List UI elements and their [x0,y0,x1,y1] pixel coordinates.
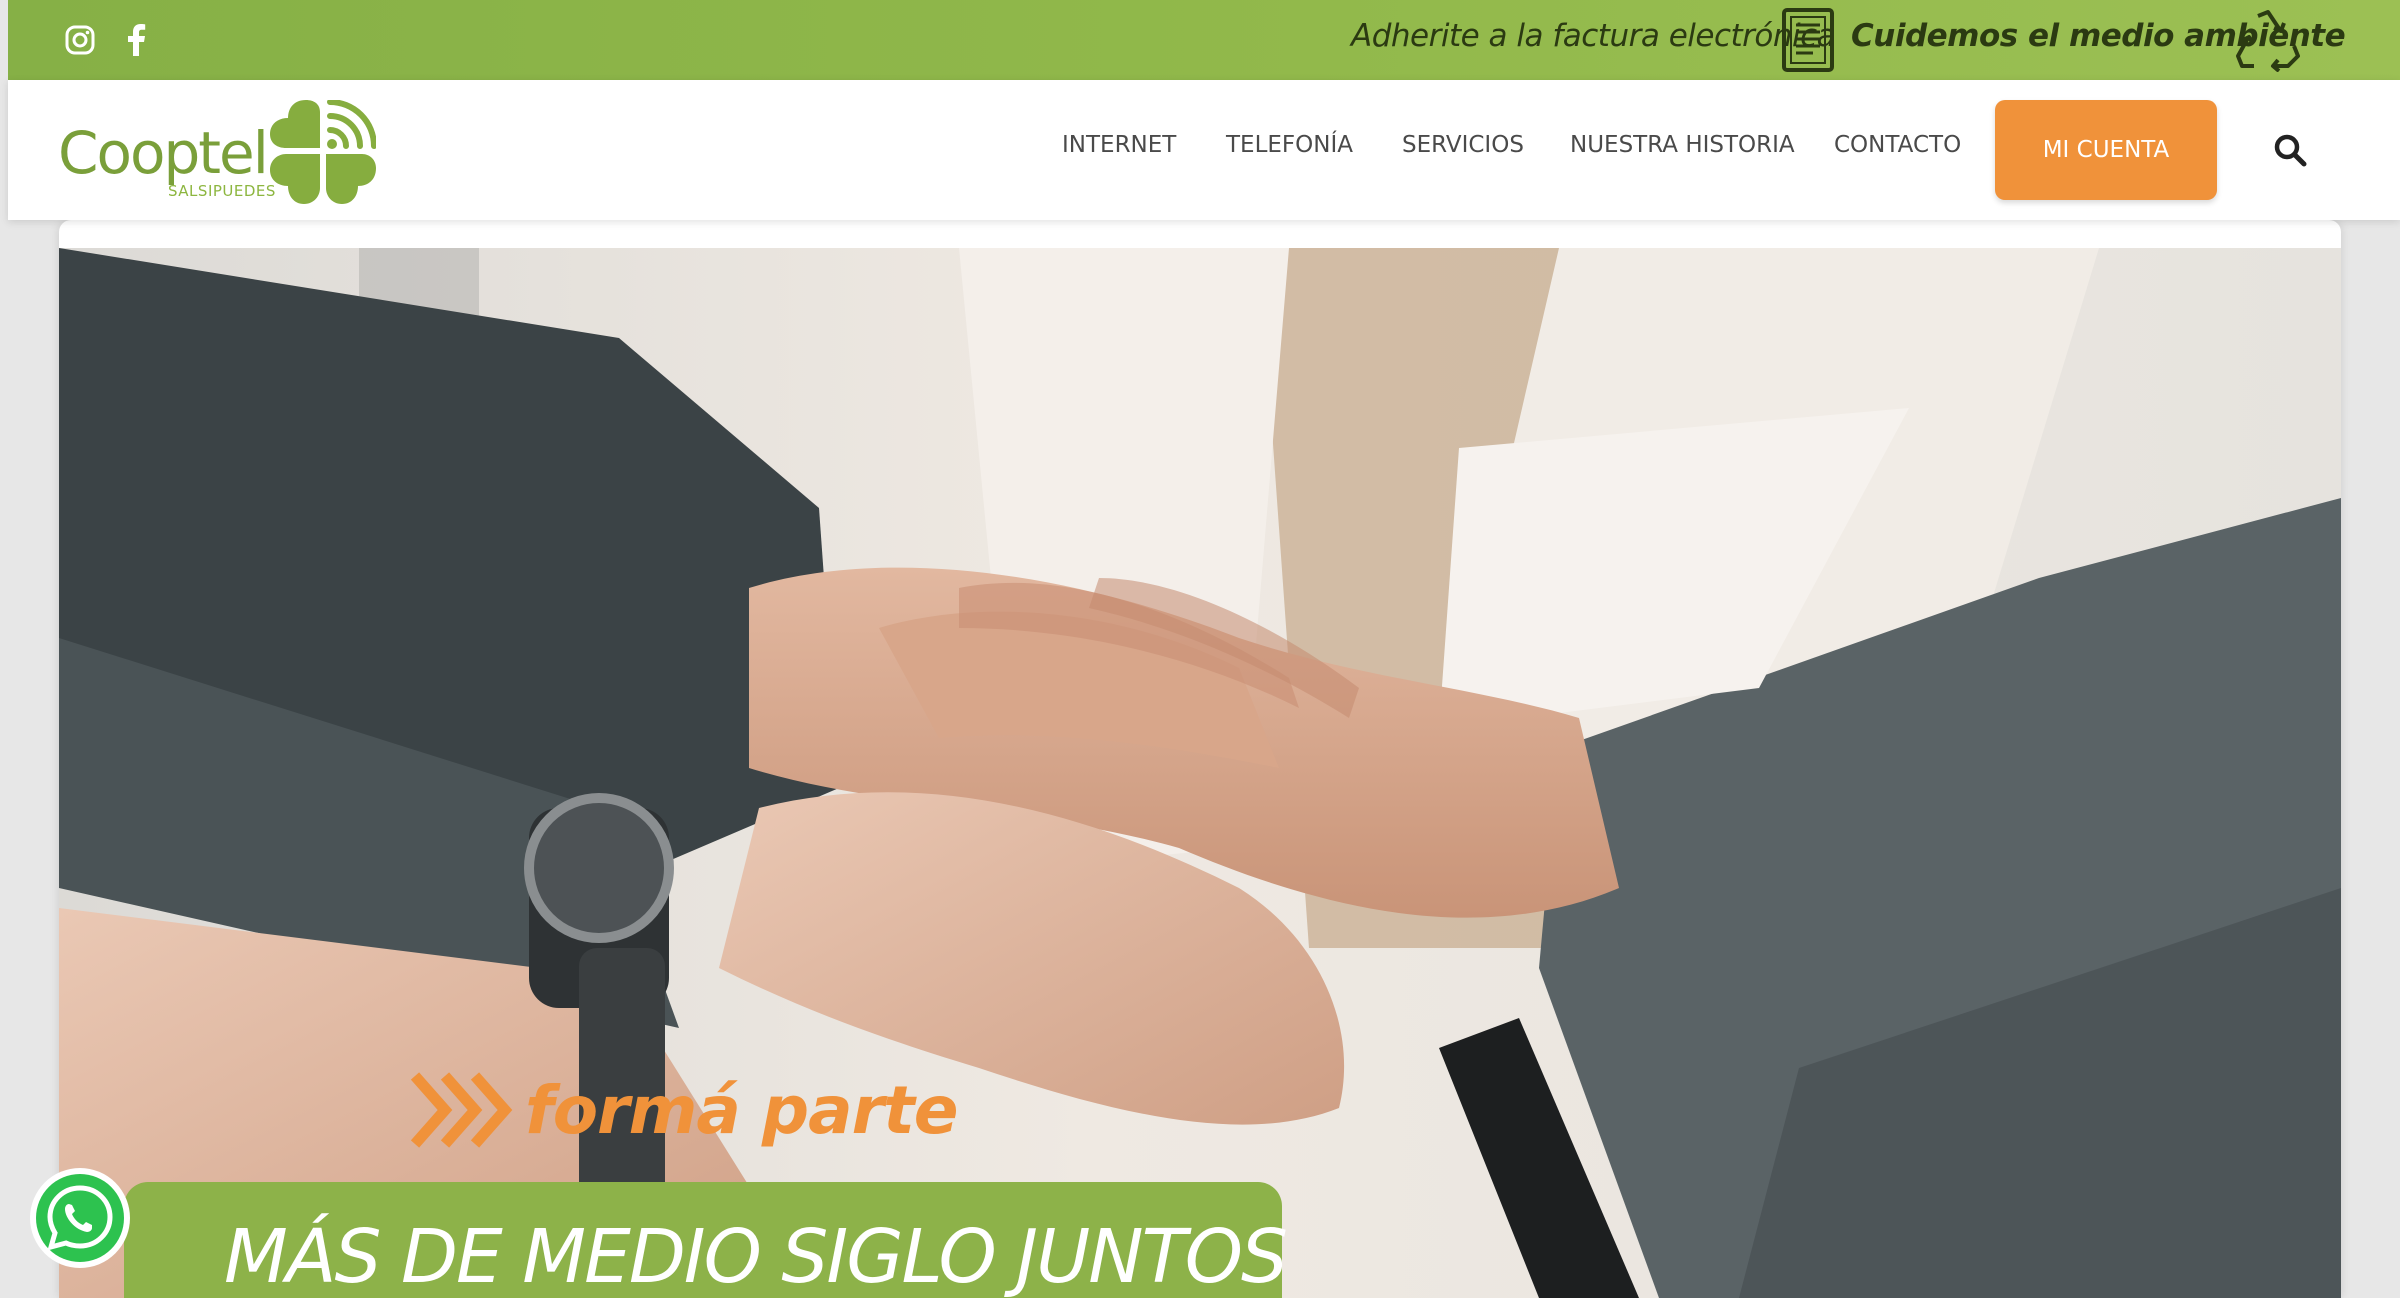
nav-contacto[interactable]: CONTACTO [1834,132,1961,158]
headline-text: MÁS DE MEDIO SIGLO JUNTOS [224,1214,1288,1298]
cooptel-logo[interactable]: Cooptel SALSIPUEDES [58,100,378,204]
whatsapp-icon[interactable] [28,1166,132,1270]
site-header: Cooptel SALSIPUEDES INTERNET TELEFONÍA S… [8,80,2400,220]
logo-subtitle: SALSIPUEDES [168,182,276,200]
document-icon [1782,8,1834,72]
headline-banner: MÁS DE MEDIO SIGLO JUNTOS [124,1182,1288,1298]
top-promo-bar: Adherite a la factura electrónica Cuidem… [8,0,2400,80]
promo-e-invoice-text: Adherite a la factura electrónica [1351,18,1836,54]
clover-logo-icon [270,100,376,204]
team-hands-photo [59,248,2341,1298]
facebook-icon[interactable] [116,20,156,60]
triple-chevron-icon [410,1072,513,1148]
recycle-icon [2236,10,2300,72]
instagram-icon[interactable] [60,20,100,60]
nav-nuestra-historia[interactable]: NUESTRA HISTORIA [1570,132,1795,158]
nav-telefonia[interactable]: TELEFONÍA [1226,132,1353,158]
search-icon[interactable] [2272,132,2312,172]
mi-cuenta-button[interactable]: MI CUENTA [1995,100,2217,200]
hero-banner: formá parte MÁS DE MEDIO SIGLO JUNTOS [59,220,2341,1298]
tagline-text: formá parte [525,1071,959,1149]
logo-wordmark: Cooptel [58,119,269,187]
tagline: formá parte [409,1060,959,1160]
nav-servicios[interactable]: SERVICIOS [1402,132,1524,158]
nav-internet[interactable]: INTERNET [1062,132,1176,158]
